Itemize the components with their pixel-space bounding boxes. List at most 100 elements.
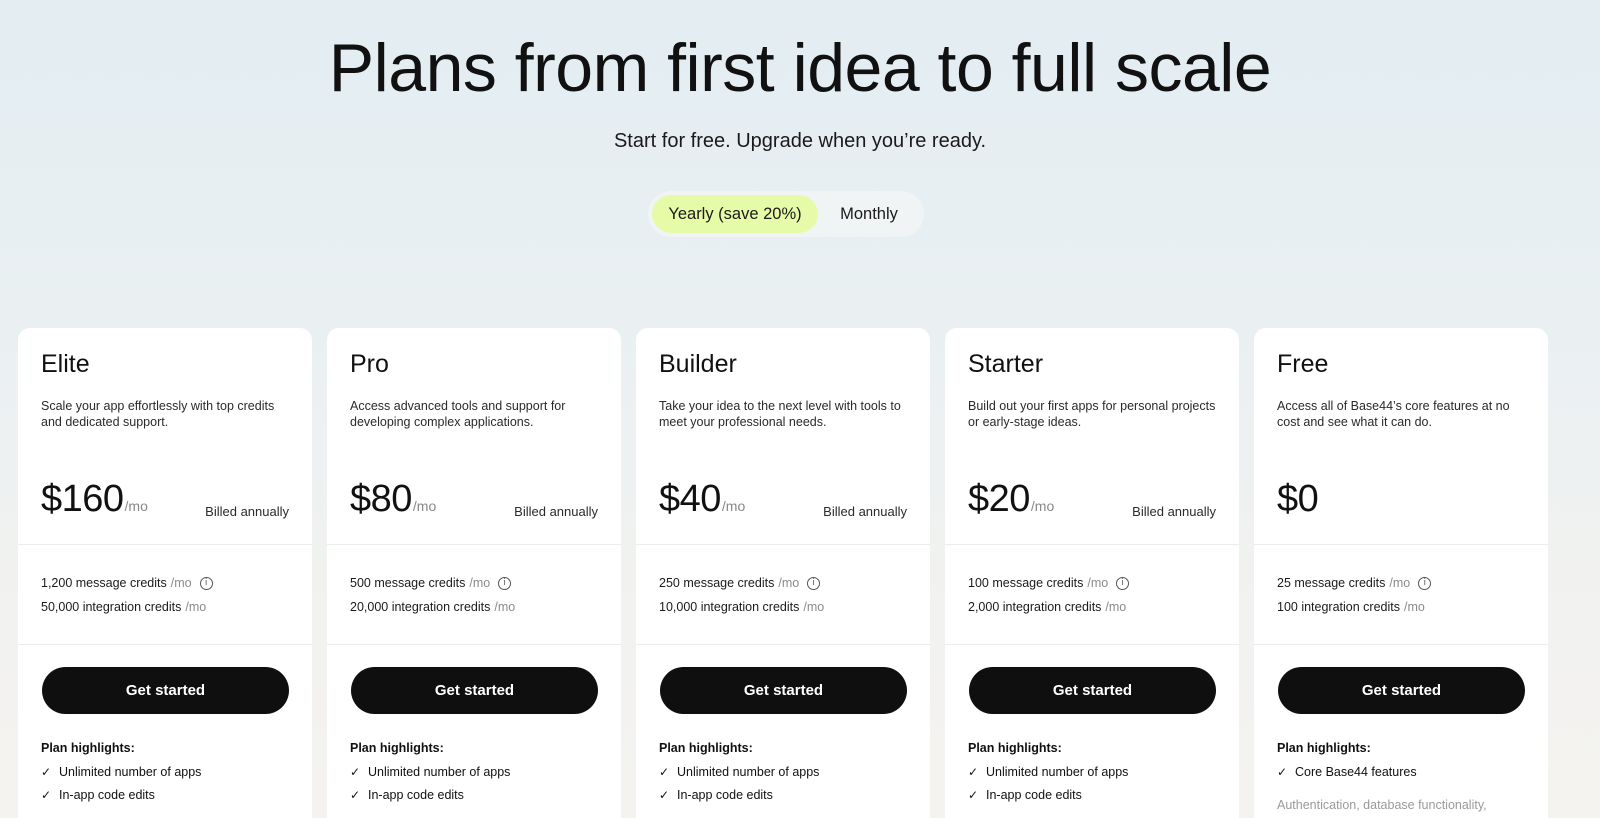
list-item: ✓ Unlimited number of apps <box>350 764 510 780</box>
price-amount: $80 <box>350 478 412 520</box>
get-started-button[interactable]: Get started <box>42 667 289 714</box>
plan-card-pro: Pro Access advanced tools and support fo… <box>327 328 621 818</box>
plan-card-elite: Elite Scale your app effortlessly with t… <box>18 328 312 818</box>
integration-credits: 10,000 integration credits <box>659 600 800 614</box>
get-started-button[interactable]: Get started <box>351 667 598 714</box>
list-item: ✓ Unlimited number of apps <box>968 764 1128 780</box>
list-item: ✓ In-app code edits <box>41 787 201 803</box>
price-amount: $160 <box>41 478 124 520</box>
highlight-text: Unlimited number of apps <box>986 765 1129 779</box>
price-amount: $0 <box>1277 478 1319 520</box>
page-title: Plans from first idea to full scale <box>328 30 1272 106</box>
credit-unit: /mo <box>1087 576 1109 590</box>
get-started-button[interactable]: Get started <box>660 667 907 714</box>
highlight-text: Unlimited number of apps <box>677 765 820 779</box>
list-item: ✓ In-app code edits <box>968 787 1128 803</box>
highlight-note: Authentication, database functionality, <box>1277 798 1487 812</box>
list-item: ✓ In-app code edits <box>350 787 510 803</box>
credit-unit: /mo <box>494 600 516 614</box>
integration-credits: 100 integration credits <box>1277 600 1400 614</box>
plan-card-builder: Builder Take your idea to the next level… <box>636 328 930 818</box>
highlight-text: In-app code edits <box>986 788 1082 802</box>
plan-highlights-list: ✓ Unlimited number of apps ✓ In-app code e… <box>41 764 201 810</box>
message-credits-row: 100 message credits /mo i <box>968 575 1130 591</box>
list-item: ✓ Unlimited number of apps <box>659 764 819 780</box>
check-icon: ✓ <box>968 788 979 802</box>
credit-unit: /mo <box>1105 600 1127 614</box>
plan-description: Scale your app effortlessly with top cre… <box>41 399 275 429</box>
plan-price: $40 /mo <box>659 478 745 521</box>
plan-highlights-title: Plan highlights: <box>659 741 753 755</box>
credit-unit: /mo <box>1404 600 1425 614</box>
message-credits: 250 message credits <box>659 576 775 590</box>
price-period: /mo <box>412 498 437 514</box>
plan-highlights-title: Plan highlights: <box>41 741 135 755</box>
plan-highlights-list: ✓ Unlimited number of apps ✓ In-app code e… <box>350 764 510 810</box>
message-credits: 500 message credits <box>350 576 466 590</box>
divider <box>1254 544 1548 545</box>
divider <box>327 644 621 645</box>
plan-price: $80 /mo <box>350 478 436 521</box>
integration-credits-row: 50,000 integration credits /mo <box>41 599 213 615</box>
plan-highlights-title: Plan highlights: <box>968 741 1062 755</box>
message-credits: 25 message credits <box>1277 576 1386 590</box>
highlight-text: Unlimited number of apps <box>368 765 511 779</box>
divider <box>18 544 312 545</box>
credits-block: 500 message credits /mo i 20,000 integra… <box>350 575 515 623</box>
billing-note: Billed annually <box>1132 504 1216 519</box>
info-icon[interactable]: i <box>807 576 821 590</box>
list-item: ✓ Unlimited number of apps <box>41 764 201 780</box>
credits-block: 100 message credits /mo i 2,000 integrat… <box>968 575 1130 623</box>
integration-credits: 50,000 integration credits <box>41 600 182 614</box>
plan-description: Build out your first apps for personal p… <box>968 399 1216 429</box>
highlight-text: In-app code edits <box>368 788 464 802</box>
highlight-text: In-app code edits <box>677 788 773 802</box>
price-period: /mo <box>124 498 148 514</box>
plan-name: Starter <box>968 350 1044 378</box>
credit-unit: /mo <box>778 576 800 590</box>
credit-unit: /mo <box>1389 576 1411 590</box>
integration-credits: 20,000 integration credits <box>350 600 491 614</box>
plan-description: Access advanced tools and support for de… <box>350 399 566 429</box>
check-icon: ✓ <box>1277 765 1288 779</box>
message-credits-row: 250 message credits /mo i <box>659 575 824 591</box>
highlight-text: In-app code edits <box>59 788 155 802</box>
credit-unit: /mo <box>803 600 825 614</box>
check-icon: ✓ <box>659 788 670 802</box>
message-credits: 1,200 message credits <box>41 576 167 590</box>
info-icon[interactable]: i <box>199 576 213 590</box>
plan-card-starter: Starter Build out your first apps for pe… <box>945 328 1239 818</box>
check-icon: ✓ <box>41 765 52 779</box>
info-icon[interactable]: i <box>1116 576 1130 590</box>
get-started-button[interactable]: Get started <box>969 667 1216 714</box>
plan-description: Take your idea to the next level with to… <box>659 399 901 429</box>
divider <box>636 644 930 645</box>
credits-block: 1,200 message credits /mo i 50,000 integ… <box>41 575 213 623</box>
plan-name: Free <box>1277 350 1329 378</box>
check-icon: ✓ <box>350 788 361 802</box>
plan-name: Builder <box>659 350 737 378</box>
message-credits-row: 25 message credits /mo i <box>1277 575 1432 591</box>
billing-toggle: Yearly (save 20%) Monthly <box>648 191 924 237</box>
price-period: /mo <box>1030 498 1055 514</box>
get-started-button[interactable]: Get started <box>1278 667 1525 714</box>
divider <box>636 544 930 545</box>
divider <box>945 544 1239 545</box>
plan-highlights-list: ✓ Unlimited number of apps ✓ In-app code e… <box>968 764 1128 810</box>
credits-block: 25 message credits /mo i 100 integration… <box>1277 575 1432 623</box>
message-credits-row: 500 message credits /mo i <box>350 575 515 591</box>
pricing-cards: Elite Scale your app effortlessly with t… <box>18 328 1584 818</box>
billing-note: Billed annually <box>205 504 289 519</box>
check-icon: ✓ <box>41 788 52 802</box>
divider <box>1254 644 1548 645</box>
billing-monthly-option[interactable]: Monthly <box>818 195 920 233</box>
integration-credits-row: 100 integration credits /mo <box>1277 599 1431 615</box>
check-icon: ✓ <box>659 765 670 779</box>
info-icon[interactable]: i <box>498 576 512 590</box>
page-subtitle: Start for free. Upgrade when you’re read… <box>613 130 987 152</box>
plan-price: $20 /mo <box>968 478 1054 521</box>
info-icon[interactable]: i <box>1418 576 1432 590</box>
plan-highlights-list: ✓ Core Base44 features <box>1277 764 1417 787</box>
billing-yearly-option[interactable]: Yearly (save 20%) <box>652 195 818 233</box>
billing-note: Billed annually <box>823 504 907 519</box>
